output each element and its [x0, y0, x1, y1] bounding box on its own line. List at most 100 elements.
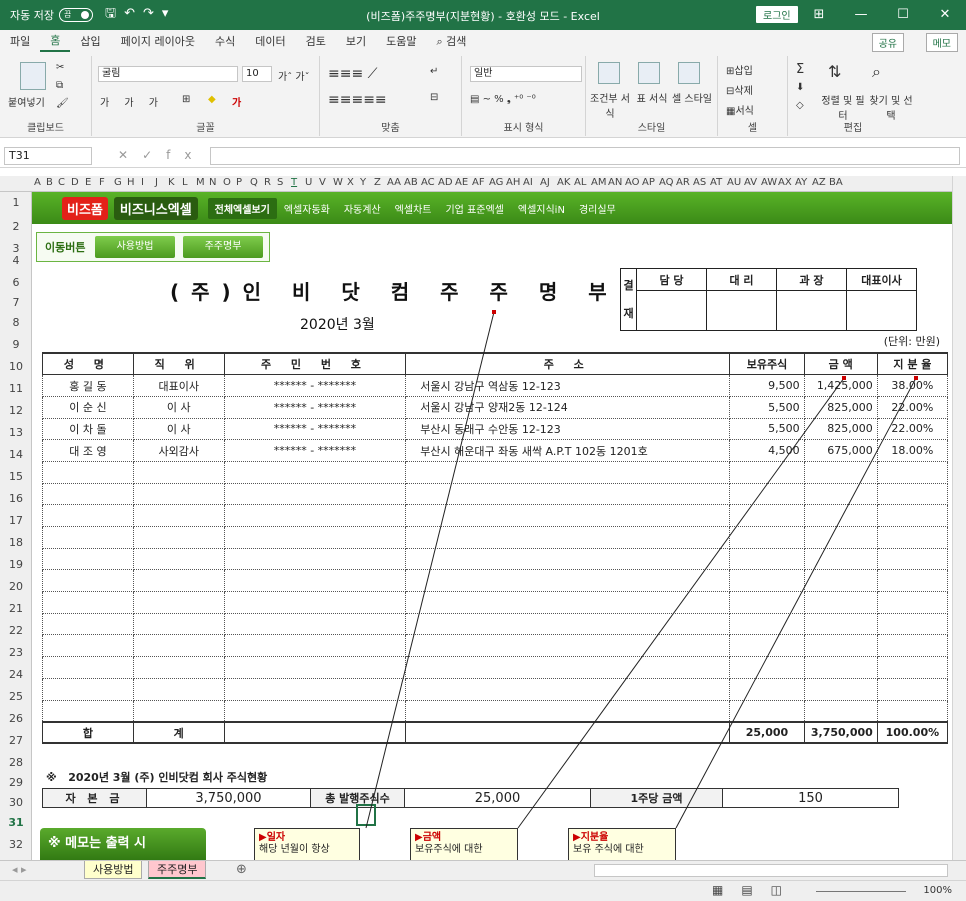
column-header-f[interactable]: F [99, 177, 105, 188]
tab-home[interactable]: 홈 [40, 30, 71, 52]
row-header[interactable]: 18 [0, 536, 32, 549]
row-header[interactable]: 24 [0, 668, 32, 681]
cell-amount[interactable] [803, 569, 878, 593]
cell-pos[interactable] [132, 612, 225, 636]
sheet-tab-usage[interactable]: 사용방법 [84, 861, 143, 879]
column-header-ac[interactable]: AC [421, 177, 435, 188]
cell-addr[interactable] [405, 569, 731, 593]
align-top-icons[interactable]: ≡≡≡ ⟋ [328, 66, 377, 82]
border-icon[interactable]: ⊞ [182, 94, 190, 105]
capital-value[interactable]: 3,750,000 [146, 788, 311, 808]
cell-shares[interactable] [729, 526, 805, 549]
cell-addr[interactable]: 부산시 동래구 수안동 12-123 [405, 417, 731, 441]
format-cells-button[interactable]: ▦서식 [726, 102, 754, 117]
customize-icon[interactable]: ▾ [162, 6, 177, 21]
sheet-tab-shareholder[interactable]: 주주명부 [148, 861, 207, 879]
cell-pos[interactable] [132, 547, 225, 571]
cell-addr[interactable] [405, 547, 731, 571]
number-format-icons[interactable]: ▤ ~ % ❟ ⁺⁰ ⁻⁰ [470, 94, 536, 105]
cell-id[interactable] [223, 569, 407, 593]
total-cell[interactable] [223, 720, 407, 745]
redo-icon[interactable]: ↷ [143, 6, 162, 21]
column-header-aj[interactable]: AJ [540, 177, 550, 188]
column-header-aq[interactable]: AQ [659, 177, 674, 188]
bizexcel-logo[interactable]: 비즈니스엑셀 [113, 196, 198, 220]
cell-id[interactable] [223, 612, 407, 636]
cell-name[interactable] [42, 569, 134, 593]
cell-pos[interactable] [132, 460, 225, 484]
cell-ratio[interactable] [876, 656, 949, 679]
column-header-y[interactable]: Y [360, 177, 366, 188]
column-header-s[interactable]: S [277, 177, 283, 188]
row-header[interactable]: 22 [0, 624, 32, 637]
comment-ratio[interactable]: ▶지분율 보유 주식에 대한 [568, 828, 676, 860]
cell-shares[interactable] [729, 699, 805, 723]
column-header-ar[interactable]: AR [676, 177, 690, 188]
usage-button[interactable]: 사용방법 [95, 236, 175, 258]
cell-pos[interactable]: 사외감사 [132, 439, 225, 462]
shareholder-button[interactable]: 주주명부 [183, 236, 263, 258]
total-label[interactable]: 계 [132, 720, 225, 745]
cell-pos[interactable] [132, 504, 225, 527]
cell-ratio[interactable] [876, 612, 949, 636]
bizform-logo[interactable]: 비즈폼 [62, 196, 108, 220]
row-header[interactable]: 15 [0, 470, 32, 483]
cancel-icon[interactable]: ✕ [118, 148, 142, 162]
cell-amount[interactable]: 1,425,000 [803, 374, 878, 397]
nav-standard-excel[interactable]: 기업 표준엑셀 [438, 198, 510, 219]
ribbon-display-icon[interactable]: ⊞ [798, 0, 840, 30]
vertical-scrollbar[interactable] [952, 176, 966, 860]
cell-pos[interactable] [132, 526, 225, 549]
cut-icon[interactable]: ✂ [56, 62, 64, 73]
column-header-ap[interactable]: AP [642, 177, 655, 188]
cell-addr[interactable] [405, 460, 731, 484]
cell-style-button[interactable]: 셀 스타일 [672, 90, 712, 105]
cell-addr[interactable] [405, 656, 731, 679]
view-icons[interactable]: ▦▤◫ [712, 883, 800, 897]
cell-ratio[interactable] [876, 634, 949, 658]
column-header-af[interactable]: AF [472, 177, 485, 188]
cell-ratio[interactable]: 38.00% [876, 374, 949, 397]
cell-addr[interactable] [405, 634, 731, 658]
column-header-b[interactable]: B [46, 177, 53, 188]
sign-cell[interactable] [636, 290, 707, 331]
row-header[interactable]: 1 [0, 196, 32, 209]
row-header[interactable]: 30 [0, 796, 32, 809]
row-header[interactable]: 32 [0, 838, 32, 851]
column-header-an[interactable]: AN [608, 177, 622, 188]
worksheet[interactable]: 비즈폼 비즈니스엑셀 전체엑셀보기 엑셀자동화 자동계산 엑셀차트 기업 표준엑… [32, 192, 952, 860]
cell-name[interactable]: 대 조 영 [42, 439, 134, 462]
cell-id[interactable] [223, 656, 407, 679]
cell-name[interactable]: 이 차 돌 [42, 417, 134, 441]
column-header-l[interactable]: L [182, 177, 188, 188]
tab-scroll-icon[interactable]: ◂ ▸ [12, 863, 27, 876]
cell-ratio[interactable] [876, 699, 949, 723]
total-label[interactable]: 합 [42, 720, 134, 745]
column-header-c[interactable]: C [58, 177, 65, 188]
cell-shares[interactable] [729, 612, 805, 636]
cell-addr[interactable]: 서울시 강남구 양재2동 12-124 [405, 395, 731, 419]
column-header-r[interactable]: R [264, 177, 271, 188]
row-header[interactable]: 2 [0, 220, 32, 233]
minimize-button[interactable]: — [840, 0, 882, 30]
cell-name[interactable] [42, 634, 134, 658]
cell-ratio[interactable] [876, 677, 949, 701]
cell-ratio[interactable] [876, 569, 949, 593]
cell-amount[interactable]: 825,000 [803, 395, 878, 419]
cell-addr[interactable] [405, 526, 731, 549]
column-header-j[interactable]: J [155, 177, 158, 188]
column-header-ay[interactable]: AY [795, 177, 807, 188]
tab-review[interactable]: 검토 [296, 33, 336, 49]
cell-shares[interactable] [729, 591, 805, 614]
column-header-o[interactable]: O [223, 177, 231, 188]
quick-access-toolbar[interactable]: 🖫↶↷▾ [105, 4, 176, 26]
cell-shares[interactable]: 9,500 [729, 374, 805, 397]
row-header[interactable]: 27 [0, 734, 32, 747]
sign-cell[interactable] [706, 290, 777, 331]
cell-ratio[interactable] [876, 504, 949, 527]
cell-id[interactable]: ****** - ******* [223, 374, 407, 397]
cell-addr[interactable]: 서울시 강남구 역삼동 12-123 [405, 374, 731, 397]
column-header-h[interactable]: H [127, 177, 135, 188]
tab-help[interactable]: 도움말 [376, 33, 426, 49]
cell-amount[interactable] [803, 526, 878, 549]
